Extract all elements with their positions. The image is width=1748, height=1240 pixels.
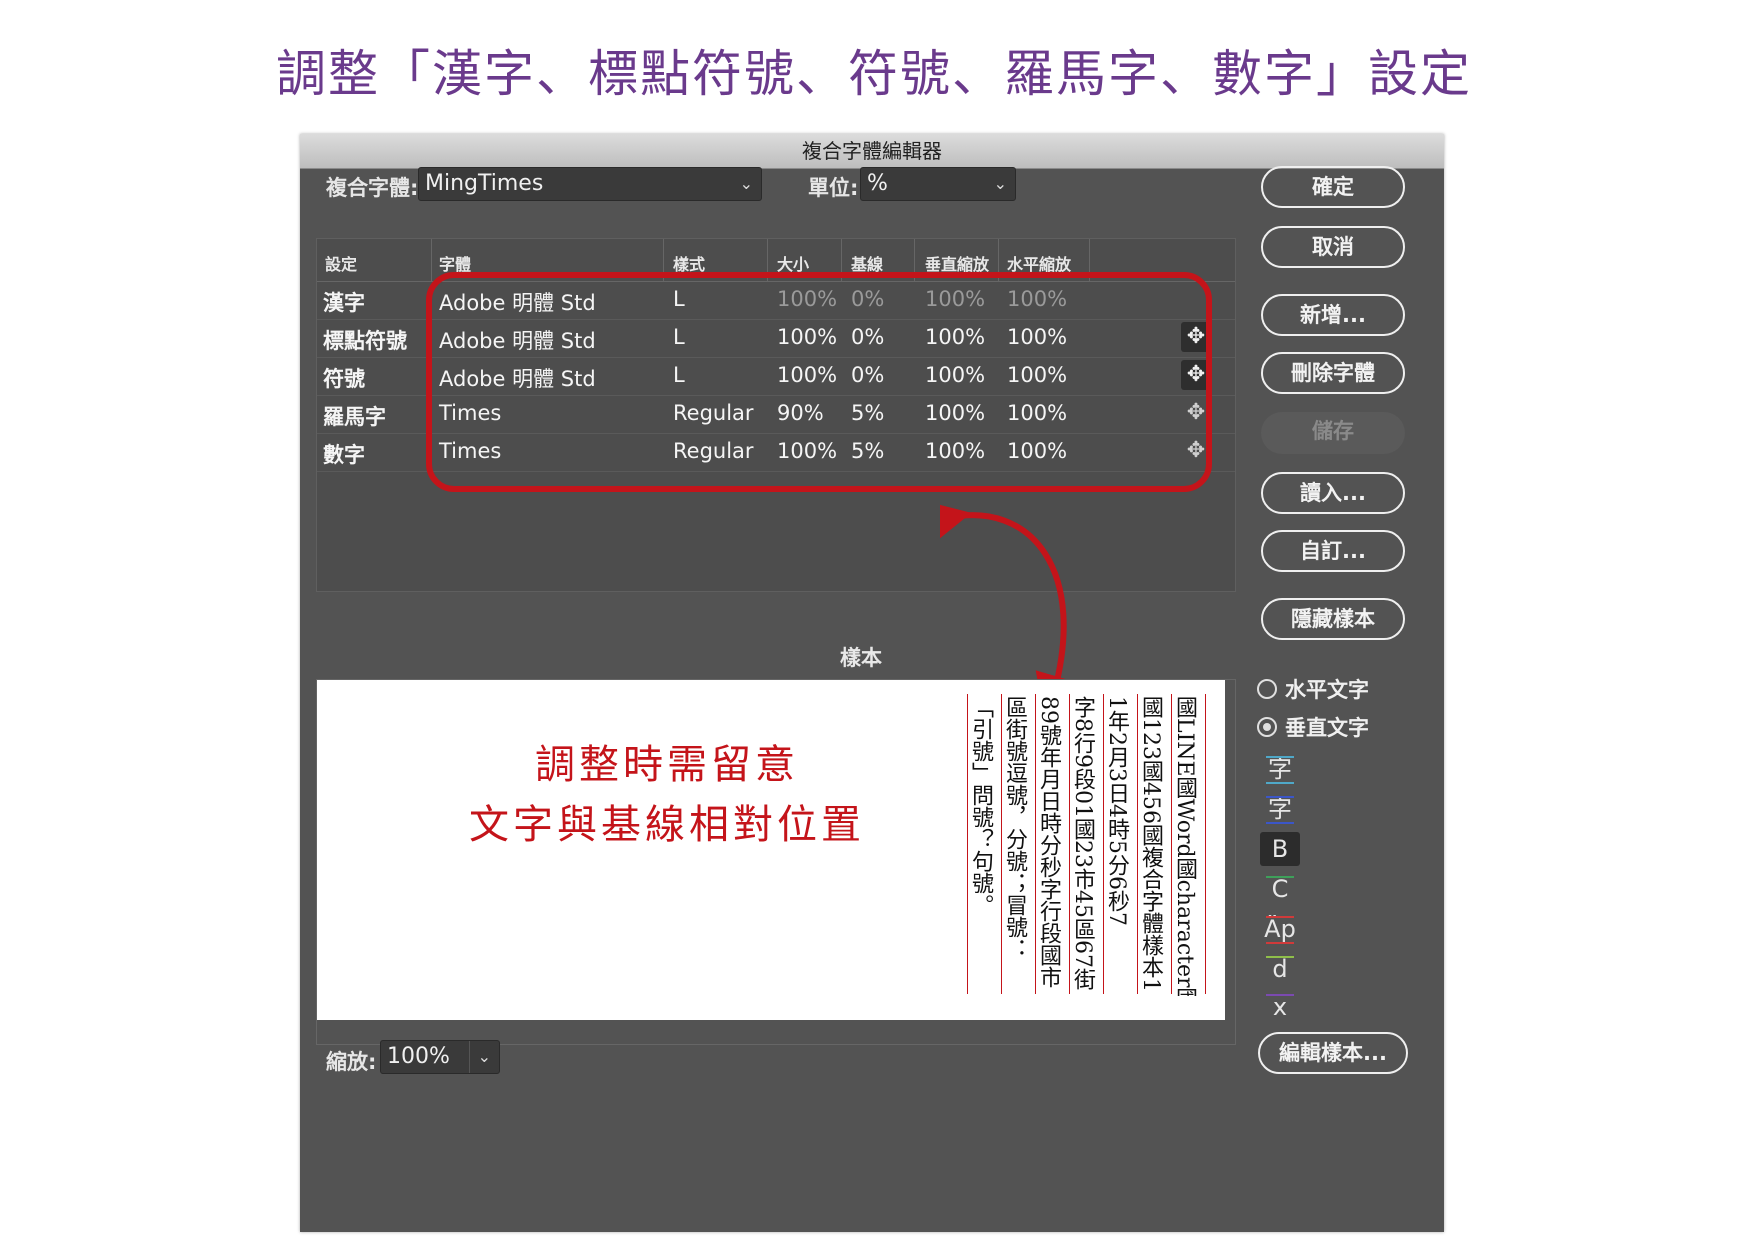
- new-button[interactable]: 新增...: [1261, 294, 1405, 336]
- ascender-guide-icon[interactable]: d: [1260, 952, 1300, 986]
- composite-font-label: 複合字體:: [326, 176, 419, 200]
- sample-label: 樣本: [840, 646, 882, 670]
- unit-value: %: [867, 171, 888, 196]
- radio-vertical-text[interactable]: 垂直文字: [1257, 712, 1369, 742]
- custom-button[interactable]: 自訂...: [1261, 530, 1405, 572]
- composite-font-select[interactable]: MingTimes ⌄: [418, 167, 762, 201]
- sample-note-line-2: 文字與基線相對位置: [469, 802, 865, 848]
- max-height-guide-icon[interactable]: Äp: [1260, 912, 1300, 946]
- column-header-setting: 設定: [325, 255, 358, 274]
- hide-sample-button[interactable]: 隱藏樣本: [1261, 598, 1405, 640]
- sample-column: 「引號」問號？句號。: [968, 696, 993, 916]
- edit-sample-button[interactable]: 編輯樣本...: [1258, 1032, 1408, 1074]
- sample-column: 區街號逗號，分號；冒號：: [1002, 696, 1027, 960]
- cancel-button[interactable]: 取消: [1261, 226, 1405, 268]
- ok-button[interactable]: 確定: [1261, 166, 1405, 208]
- unit-label: 單位:: [808, 176, 859, 200]
- sample-column: 89號年月日時分秒字行段國市: [1036, 696, 1061, 988]
- zoom-label: 縮放:: [326, 1050, 377, 1074]
- unit-select[interactable]: % ⌄: [860, 167, 1016, 201]
- chevron-down-icon: ⌄: [993, 174, 1007, 193]
- sample-preview: 調整時需留意 文字與基線相對位置 國LINE國Word國character國ty…: [317, 680, 1225, 1020]
- full-body-guide-icon[interactable]: 字: [1260, 752, 1300, 786]
- sample-column: 字8行9段01國23市45區67街: [1070, 696, 1095, 990]
- composite-font-editor-dialog: 複合字體編輯器 複合字體: MingTimes ⌄ 單位: % ⌄ 設定 字體 …: [300, 134, 1444, 1232]
- sample-column: 1年2月3日4時5分6秒7: [1104, 696, 1129, 926]
- row-setting: 羅馬字: [323, 405, 386, 429]
- save-button[interactable]: 儲存: [1261, 412, 1405, 454]
- highlight-frame: [426, 272, 1212, 492]
- radio-on-icon: [1257, 717, 1277, 737]
- radio-off-icon: [1257, 679, 1277, 699]
- row-setting: 符號: [323, 367, 365, 391]
- load-button[interactable]: 讀入...: [1261, 472, 1405, 514]
- sample-note-line-1: 調整時需留意: [535, 742, 799, 788]
- em-box-guide-icon[interactable]: 字: [1260, 792, 1300, 826]
- sample-column: 國LINE國Word國character國type: [1172, 696, 1197, 996]
- chevron-down-icon: ⌄: [468, 1041, 491, 1073]
- page-heading: 調整「漢字、標點符號、符號、羅馬字、數字」設定: [276, 45, 1472, 103]
- delete-font-button[interactable]: 刪除字體: [1261, 352, 1405, 394]
- row-setting: 漢字: [323, 291, 365, 315]
- zoom-select[interactable]: 100% ⌄: [380, 1040, 500, 1074]
- baseline-guide-icon[interactable]: B: [1260, 832, 1300, 866]
- radio-horizontal-text[interactable]: 水平文字: [1257, 674, 1369, 704]
- sample-column: 國123國456國複合字體樣本1: [1138, 696, 1163, 992]
- cap-height-guide-icon[interactable]: C: [1260, 872, 1300, 906]
- chevron-down-icon: ⌄: [739, 174, 753, 193]
- zoom-value: 100%: [387, 1044, 450, 1069]
- x-height-guide-icon[interactable]: x: [1260, 990, 1300, 1024]
- row-setting: 標點符號: [323, 329, 407, 353]
- composite-font-value: MingTimes: [425, 171, 544, 196]
- row-setting: 數字: [323, 443, 365, 467]
- dialog-title: 複合字體編輯器: [300, 134, 1444, 169]
